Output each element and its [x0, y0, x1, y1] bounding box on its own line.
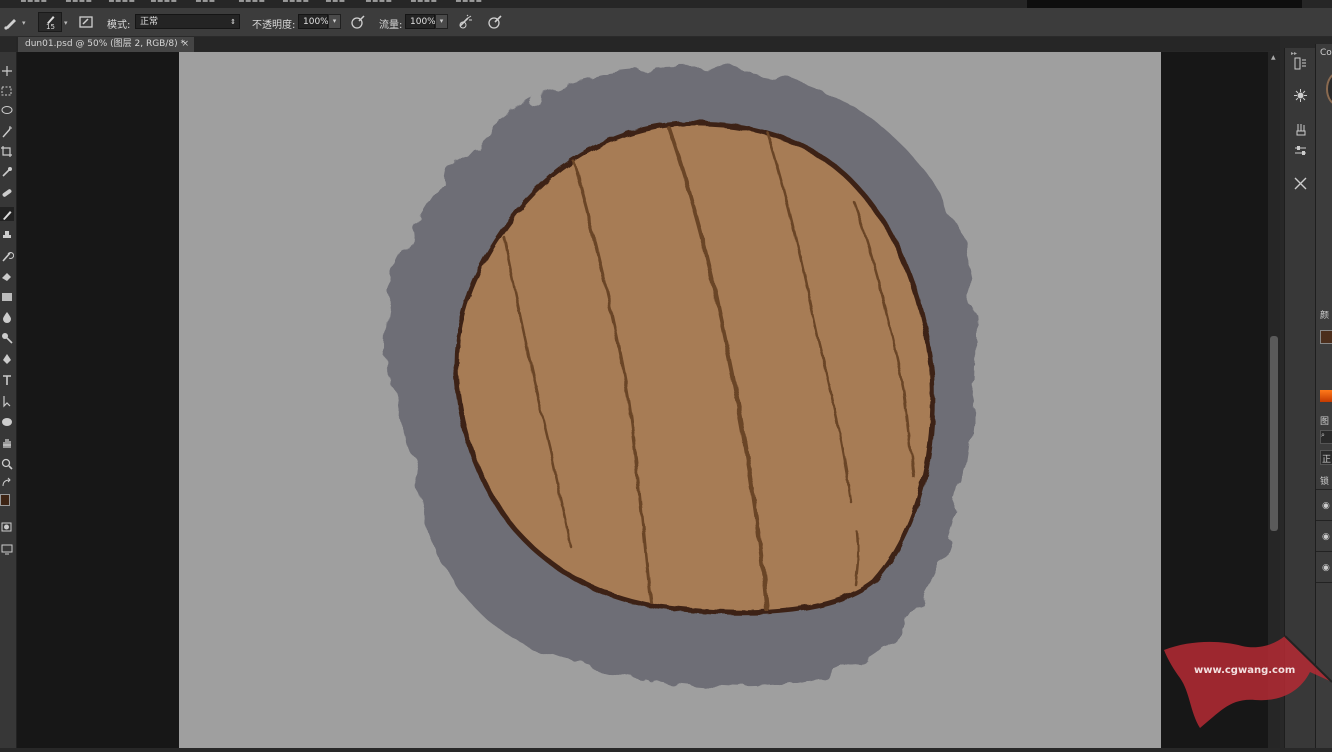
shield-wood: [453, 120, 936, 616]
foreground-color-swatch[interactable]: [0, 494, 10, 506]
swatch-strip[interactable]: [1320, 390, 1332, 402]
shield-painting: [384, 67, 976, 689]
divider: [1316, 582, 1332, 583]
foreground-color-swatch[interactable]: [1320, 330, 1332, 344]
actions-panel-icon[interactable]: [1293, 88, 1308, 103]
tool-preset-arrow[interactable]: ▾: [22, 19, 26, 27]
watermark-logo: [1164, 635, 1332, 728]
document-tab-bar: [16, 37, 1280, 51]
zoom-tool-icon[interactable]: [0, 457, 14, 471]
brush-tool-icon[interactable]: [3, 14, 19, 30]
blur-tool-icon[interactable]: [0, 310, 14, 324]
close-tab-icon[interactable]: ×: [181, 37, 189, 52]
opacity-input[interactable]: 100%: [298, 14, 329, 29]
cgwang-watermark: www.cgwang.com: [1160, 632, 1332, 732]
layer-visibility-eye-icon[interactable]: ◉: [1322, 501, 1330, 511]
menu-item[interactable]: ▪▪▪: [325, 0, 345, 5]
lock-label: 锁: [1320, 477, 1330, 487]
layers-panel-label: 图: [1320, 417, 1330, 427]
menu-item[interactable]: ▪▪▪: [195, 0, 215, 5]
path-selection-tool-icon[interactable]: [0, 394, 14, 408]
brush-size-value: 15: [46, 23, 55, 31]
history-brush-tool-icon[interactable]: [0, 249, 14, 263]
flow-label: 流量:: [379, 20, 403, 31]
watermark-text: www.cgwang.com: [1194, 665, 1296, 676]
stamp-tool-icon[interactable]: [0, 228, 14, 242]
brush-preset-arrow[interactable]: ▾: [64, 19, 68, 27]
tool-presets-panel-icon[interactable]: [1293, 176, 1308, 191]
marquee-tool-icon[interactable]: [0, 84, 14, 98]
crop-tool-icon[interactable]: [0, 145, 14, 159]
layer-blend-mode-value: 正: [1322, 455, 1332, 465]
opacity-dropdown-button[interactable]: ▾: [328, 14, 341, 29]
adjustments-panel-icon[interactable]: [1293, 144, 1308, 159]
blend-mode-select[interactable]: 正常 ⇕: [135, 14, 240, 29]
menu-item[interactable]: ▪▪▪▪: [150, 0, 177, 5]
color-panel-label: 颜: [1320, 311, 1330, 321]
document-canvas[interactable]: [179, 52, 1161, 748]
pressure-opacity-icon[interactable]: [350, 14, 366, 30]
type-tool-icon[interactable]: [0, 373, 14, 387]
menu-item[interactable]: ▪▪▪▪: [65, 0, 92, 5]
quick-mask-icon[interactable]: [0, 520, 14, 534]
mode-label: 模式:: [107, 20, 131, 31]
layer-search-icon[interactable]: ⌕: [1320, 430, 1332, 444]
divider: [1316, 489, 1332, 490]
opacity-value: 100%: [303, 17, 329, 27]
flow-input[interactable]: 100%: [405, 14, 436, 29]
brush-presets-panel-icon[interactable]: [1293, 122, 1308, 137]
move-tool-icon[interactable]: [0, 64, 14, 78]
divider: [1316, 520, 1332, 521]
vertical-scrollbar-thumb[interactable]: [1270, 336, 1278, 531]
tools-panel: [0, 52, 17, 748]
lasso-tool-icon[interactable]: [0, 104, 14, 118]
menu-item[interactable]: ▪▪▪▪: [282, 0, 309, 5]
blend-mode-value: 正常: [140, 17, 159, 27]
opacity-label: 不透明度:: [252, 20, 296, 31]
menu-item[interactable]: ▪▪▪▪: [108, 0, 135, 5]
divider: [1316, 551, 1332, 552]
flow-dropdown-button[interactable]: ▾: [435, 14, 448, 29]
document-tab[interactable]: dun01.psd @ 50% (图层 2, RGB/8) * ×: [18, 37, 194, 52]
layer-blend-mode-select[interactable]: 正: [1320, 450, 1332, 465]
scroll-up-icon[interactable]: ▲: [1271, 54, 1276, 61]
flow-value: 100%: [410, 17, 436, 27]
menu-item[interactable]: ▪▪▪▪: [410, 0, 437, 5]
swap-colors-icon[interactable]: [0, 476, 14, 490]
magic-wand-tool-icon[interactable]: [0, 125, 14, 139]
menu-item[interactable]: ▪▪▪▪: [365, 0, 392, 5]
menu-item[interactable]: ▪▪▪▪: [20, 0, 47, 5]
document-tab-title: dun01.psd @ 50% (图层 2, RGB/8) *: [25, 39, 185, 49]
eyedropper-tool-icon[interactable]: [0, 165, 14, 179]
chevron-updown-icon: ⇕: [230, 18, 236, 26]
menu-item[interactable]: ▪▪▪▪: [238, 0, 265, 5]
airbrush-icon[interactable]: [458, 14, 474, 30]
dodge-tool-icon[interactable]: [0, 331, 14, 345]
color-wheel-preview[interactable]: [1326, 72, 1332, 106]
gradient-tool-icon[interactable]: [0, 290, 14, 304]
panel-title: Co: [1320, 48, 1332, 58]
menu-item[interactable]: ▪▪▪▪: [455, 0, 482, 5]
layer-visibility-eye-icon[interactable]: ◉: [1322, 563, 1330, 573]
brush-tool-icon[interactable]: [0, 207, 14, 221]
screen-mode-icon[interactable]: [0, 542, 14, 556]
brush-panel-toggle-icon[interactable]: [78, 14, 94, 30]
pen-tool-icon[interactable]: [0, 352, 14, 366]
history-panel-icon[interactable]: [1293, 56, 1308, 71]
eraser-tool-icon[interactable]: [0, 269, 14, 283]
recording-toolbar: [1027, 0, 1302, 8]
options-bar: ▾ 15 ▾ 模式: 正常 ⇕ 不透明度: 100% ▾ 流量: 100% ▾: [0, 8, 1332, 37]
healing-brush-tool-icon[interactable]: [0, 186, 14, 200]
shape-tool-icon[interactable]: [0, 415, 14, 429]
layer-visibility-eye-icon[interactable]: ◉: [1322, 532, 1330, 542]
hand-tool-icon[interactable]: [0, 436, 14, 450]
pressure-size-icon[interactable]: [487, 14, 503, 30]
brush-preset-picker[interactable]: 15: [38, 12, 62, 32]
